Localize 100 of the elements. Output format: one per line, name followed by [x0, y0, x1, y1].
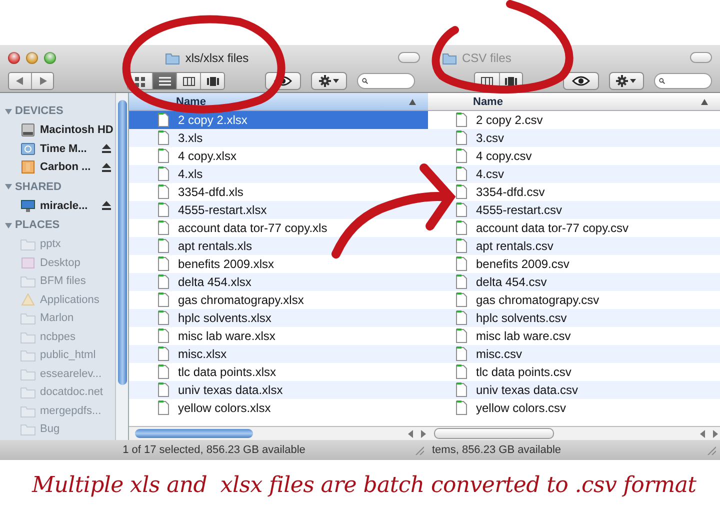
- disclosure-triangle-icon[interactable]: [5, 222, 12, 228]
- search-field[interactable]: [357, 73, 415, 89]
- action-button[interactable]: [311, 72, 347, 90]
- sidebar-item[interactable]: Time M...: [0, 140, 115, 158]
- sidebar-item[interactable]: Macintosh HD: [0, 121, 115, 140]
- file-icon: [157, 400, 170, 416]
- eye-icon: [572, 76, 590, 86]
- file-icon: [157, 112, 170, 128]
- file-row[interactable]: 3.csv: [428, 129, 720, 147]
- minimize-button[interactable]: [26, 52, 38, 64]
- file-icon: [455, 274, 468, 290]
- drive-icon: [20, 159, 36, 176]
- file-icon: [455, 112, 468, 128]
- file-row[interactable]: tlc data points.xlsx: [129, 363, 428, 381]
- file-icon: [157, 364, 170, 380]
- file-row[interactable]: 4.xls: [129, 165, 428, 183]
- file-row[interactable]: hplc solvents.csv: [428, 309, 720, 327]
- toolbar-toggle-button[interactable]: [690, 52, 712, 63]
- column-view-icon: [480, 76, 494, 86]
- scroll-arrows-icon[interactable]: [698, 430, 720, 438]
- scrollbar-thumb[interactable]: [135, 429, 253, 438]
- eject-icon[interactable]: [102, 162, 111, 172]
- eject-icon[interactable]: [102, 144, 111, 154]
- disclosure-triangle-icon[interactable]: [5, 108, 12, 114]
- file-row[interactable]: gas chromatograpy.csv: [428, 291, 720, 309]
- scroll-arrows-icon[interactable]: [406, 430, 428, 438]
- caret-icon: [333, 79, 339, 83]
- file-row[interactable]: 4.csv: [428, 165, 720, 183]
- file-row[interactable]: misc lab ware.xlsx: [129, 327, 428, 345]
- file-row[interactable]: delta 454.csv: [428, 273, 720, 291]
- gear-icon: [319, 75, 331, 87]
- file-row[interactable]: 4555-restart.csv: [428, 201, 720, 219]
- action-button[interactable]: [608, 72, 644, 90]
- sort-arrow-icon: [409, 98, 416, 104]
- file-row[interactable]: 2 copy 2.csv: [428, 111, 720, 129]
- column-header[interactable]: Name: [428, 93, 720, 111]
- file-row[interactable]: delta 454.xlsx: [129, 273, 428, 291]
- caption: Multiple xls and xlsx files are batch converted to .csv format: [32, 472, 696, 498]
- file-icon: [455, 256, 468, 272]
- column-view-icon: [182, 76, 196, 86]
- file-icon: [455, 166, 468, 182]
- sidebar-item[interactable]: Carbon ...: [0, 158, 115, 176]
- coverflow-view-icon: [206, 76, 220, 86]
- resize-grip-icon[interactable]: [706, 445, 716, 455]
- file-row[interactable]: gas chromatograpy.xlsx: [129, 291, 428, 309]
- file-row[interactable]: univ texas data.xlsx: [129, 381, 428, 399]
- file-row[interactable]: apt rentals.csv: [428, 237, 720, 255]
- file-icon: [455, 184, 468, 200]
- search-icon: [362, 76, 368, 86]
- scrollbar-thumb[interactable]: [118, 100, 126, 385]
- file-icon: [455, 202, 468, 218]
- scrollbar-thumb[interactable]: [434, 428, 554, 439]
- forward-arrow-icon: [38, 77, 46, 85]
- section-header: SHARED: [15, 180, 62, 192]
- file-row[interactable]: misc.csv: [428, 345, 720, 363]
- file-icon: [455, 310, 468, 326]
- file-row[interactable]: hplc solvents.xlsx: [129, 309, 428, 327]
- gear-icon: [616, 75, 628, 87]
- quick-look-button[interactable]: [563, 72, 599, 90]
- file-row[interactable]: univ texas data.csv: [428, 381, 720, 399]
- file-icon: [157, 328, 170, 344]
- toolbar-toggle-button[interactable]: [398, 52, 420, 63]
- file-icon: [455, 382, 468, 398]
- window-title: xls/xlsx files: [185, 50, 249, 64]
- resize-grip-icon[interactable]: [414, 445, 424, 455]
- file-row[interactable]: misc lab ware.csv: [428, 327, 720, 345]
- file-row[interactable]: 4555-restart.xlsx: [129, 201, 428, 219]
- sidebar-item[interactable]: miracle...: [0, 196, 115, 215]
- file-row[interactable]: account data tor-77 copy.xls: [129, 219, 428, 237]
- file-row[interactable]: 2 copy 2.xlsx: [129, 111, 428, 129]
- zoom-button[interactable]: [44, 52, 56, 64]
- file-row[interactable]: benefits 2009.csv: [428, 255, 720, 273]
- file-row[interactable]: tlc data points.csv: [428, 363, 720, 381]
- file-icon: [157, 346, 170, 362]
- folder-icon: [165, 50, 180, 64]
- file-row[interactable]: 3354-dfd.csv: [428, 183, 720, 201]
- file-icon: [157, 256, 170, 272]
- close-button[interactable]: [8, 52, 20, 64]
- file-row[interactable]: 4 copy.csv: [428, 147, 720, 165]
- file-row[interactable]: yellow colors.csv: [428, 399, 720, 417]
- eject-icon[interactable]: [102, 201, 111, 210]
- section-header: PLACES: [15, 219, 60, 231]
- file-row[interactable]: benefits 2009.xlsx: [129, 255, 428, 273]
- file-row[interactable]: 4 copy.xlsx: [129, 147, 428, 165]
- file-icon: [157, 166, 170, 182]
- file-row[interactable]: yellow colors.xlsx: [129, 399, 428, 417]
- file-icon: [455, 364, 468, 380]
- disclosure-triangle-icon[interactable]: [5, 183, 12, 190]
- file-row[interactable]: 3.xls: [129, 129, 428, 147]
- file-icon: [455, 220, 468, 236]
- coverflow-view-icon: [504, 76, 518, 86]
- list-view-button[interactable]: [152, 73, 176, 89]
- file-icon: [157, 382, 170, 398]
- file-row[interactable]: apt rentals.xls: [129, 237, 428, 255]
- file-row[interactable]: account data tor-77 copy.csv: [428, 219, 720, 237]
- search-field[interactable]: [654, 73, 712, 89]
- file-row[interactable]: misc.xlsx: [129, 345, 428, 363]
- file-icon: [157, 130, 170, 146]
- file-row[interactable]: 3354-dfd.xls: [129, 183, 428, 201]
- file-icon: [455, 400, 468, 416]
